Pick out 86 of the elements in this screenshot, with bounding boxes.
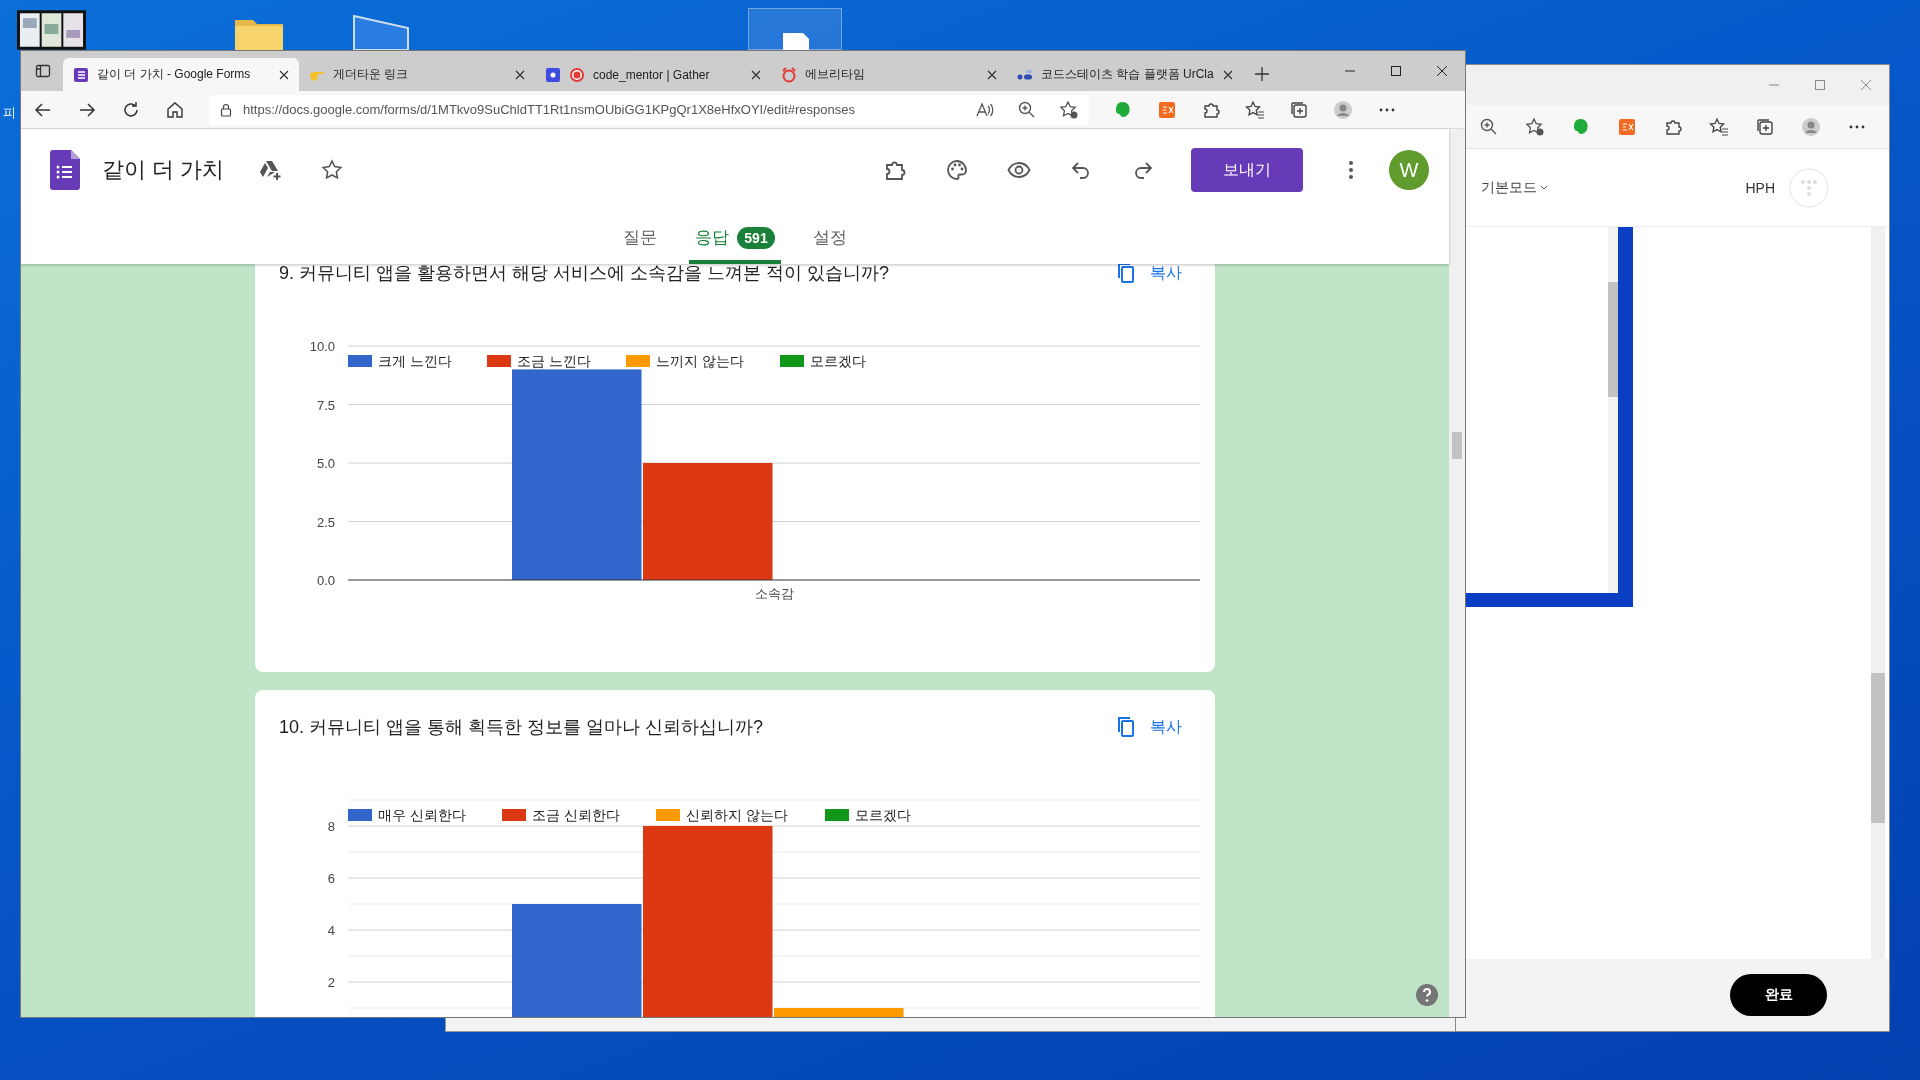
tab-title: 에브리타임: [805, 66, 866, 83]
copy-button[interactable]: 복사: [1116, 264, 1182, 284]
list-icon: [73, 66, 89, 83]
star-icon[interactable]: [320, 158, 345, 182]
close-icon[interactable]: [987, 69, 997, 80]
question-title: 10. 커뮤니티 앱을 통해 획득한 정보를 얼마나 신뢰하십니까?: [279, 716, 765, 739]
record-icon: [569, 66, 585, 83]
send-button[interactable]: 보내기: [1191, 148, 1303, 192]
close-icon[interactable]: [515, 69, 525, 80]
profile-icon[interactable]: [1333, 99, 1353, 120]
scrollbar[interactable]: [1871, 227, 1885, 959]
collections-icon[interactable]: [1289, 99, 1309, 120]
legend-label: 조금 느낀다: [517, 353, 591, 369]
tab-title: 같이 더 가치 - Google Forms: [97, 66, 252, 83]
legend-label: 모르겠다: [855, 807, 911, 823]
browser-tab[interactable]: 코드스테이츠 학습 플랫폼 UrCla: [1007, 58, 1243, 91]
profile-icon[interactable]: [1801, 116, 1821, 137]
y-tick-label: 2.5: [316, 514, 335, 530]
tab-actions-icon[interactable]: [35, 63, 51, 79]
favorites-icon[interactable]: [1709, 116, 1729, 137]
close-icon[interactable]: [1223, 69, 1233, 80]
scrollbar[interactable]: [1449, 129, 1465, 1017]
close-icon[interactable]: [279, 69, 289, 80]
browser-tab[interactable]: 게더타운 링크: [299, 58, 535, 91]
legend-label: 모르겠다: [810, 353, 866, 369]
star-add-icon[interactable]: [1059, 99, 1079, 120]
y-tick-label: 5.0: [316, 456, 335, 471]
browser-tab[interactable]: 에브리타임: [771, 58, 1007, 91]
form-tab[interactable]: 질문: [617, 211, 664, 264]
thumbnail-icon[interactable]: [17, 10, 86, 50]
zoom-icon[interactable]: [1479, 116, 1499, 137]
home-icon[interactable]: [165, 99, 185, 120]
copy-icon: [1116, 264, 1136, 284]
legend-label: 신뢰하지 않는다: [686, 807, 788, 823]
forms-logo-icon[interactable]: [50, 150, 80, 190]
url-text: https://docs.google.com/forms/d/1MTkvo9SuChldTT1Rt1nsmOUbiGG1KPgQr1X8eHfxOYI/edit#responses: [243, 102, 856, 117]
y-tick-label: 8: [327, 819, 335, 834]
y-tick-label: 10.0: [309, 339, 335, 354]
tab-title: 코드스테이츠 학습 플랫폼 UrCla: [1041, 66, 1215, 83]
star-add-icon[interactable]: [1525, 116, 1545, 137]
y-tick-label: 4: [327, 923, 335, 938]
desktop-icon-label[interactable]: 피: [3, 104, 16, 122]
browser-tab[interactable]: 같이 더 가치 - Google Forms: [63, 58, 299, 91]
user-name: HPH: [1745, 179, 1775, 196]
copy-icon: [1116, 716, 1136, 738]
y-tick-label: 2: [327, 975, 335, 990]
y-tick-label: 0.0: [316, 573, 335, 588]
extension-ex-icon[interactable]: [1157, 99, 1177, 120]
favorites-icon[interactable]: [1245, 99, 1265, 120]
address-bar[interactable]: https://docs.google.com/forms/d/1MTkvo9SuChldTT1Rt1nsmOUbiGG1KPgQr1X8eHfxOYI/edit#responses: [209, 94, 1089, 125]
tab-title: 게더타운 링크: [333, 66, 410, 83]
tab-title: code_mentor | Gather: [593, 67, 711, 82]
tab-label: 응답: [695, 227, 730, 249]
palette-icon[interactable]: [945, 158, 969, 182]
new-tab-icon[interactable]: [1255, 67, 1269, 81]
question-title: 9. 커뮤니티 앱을 활용하면서 해당 서비스에 소속감을 느껴본 적이 있습니까?: [279, 264, 891, 285]
alarm-clock-icon: [781, 66, 797, 83]
count-badge: 591: [737, 226, 775, 249]
collections-icon[interactable]: [1755, 116, 1775, 137]
legend-label: 매우 신뢰한다: [378, 807, 466, 823]
y-tick-label: 7.5: [316, 397, 335, 413]
zoom-icon[interactable]: [1017, 99, 1037, 120]
copy-button[interactable]: 복사: [1116, 716, 1182, 738]
maximize-icon[interactable]: [1390, 65, 1402, 77]
close-icon[interactable]: [751, 69, 761, 80]
category-label: 소속감: [754, 586, 794, 601]
done-button[interactable]: 완료: [1730, 974, 1827, 1016]
form-title[interactable]: 같이 더 가치: [102, 155, 225, 185]
browser-tab[interactable]: code_mentor | Gather: [535, 58, 771, 91]
scrollbar[interactable]: [1608, 227, 1618, 593]
extension-ex-icon[interactable]: [1617, 116, 1637, 137]
app-icon: [545, 66, 561, 83]
y-tick-label: 6: [327, 871, 335, 886]
reload-icon[interactable]: [121, 99, 141, 120]
legend-label: 크게 느낀다: [378, 353, 452, 369]
close-icon[interactable]: [1436, 65, 1448, 77]
tab-label: 설정: [812, 227, 847, 249]
legend-label: 조금 신뢰한다: [532, 807, 620, 823]
chevron-down-icon: [1540, 184, 1548, 191]
help-icon[interactable]: [1415, 983, 1439, 1007]
lock-icon: [219, 102, 233, 117]
legend-label: 느끼지 않는다: [656, 353, 744, 369]
mode-menu[interactable]: 기본모드: [1481, 178, 1746, 197]
tab-label: 질문: [623, 227, 658, 249]
form-tab[interactable]: 설정: [806, 211, 853, 264]
drive-add-icon[interactable]: [258, 158, 283, 182]
